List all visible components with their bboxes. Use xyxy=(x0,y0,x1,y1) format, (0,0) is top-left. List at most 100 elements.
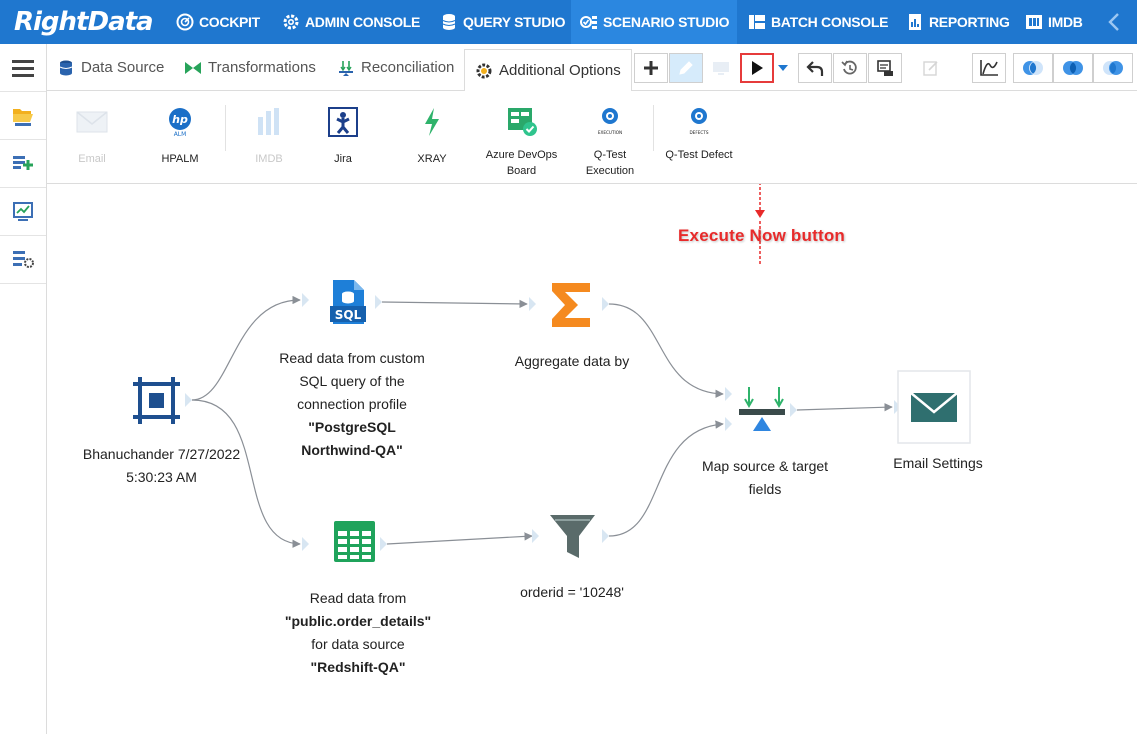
join-inner-button[interactable] xyxy=(1053,53,1093,83)
email-settings-icon[interactable] xyxy=(897,370,971,444)
add-item-button[interactable] xyxy=(0,140,46,188)
nav-query-studio-label: QUERY STUDIO xyxy=(463,14,566,30)
qtest-execution-icon: EXECUTION xyxy=(598,108,622,135)
batch-icon xyxy=(749,15,765,29)
execute-options-dropdown[interactable] xyxy=(776,53,790,83)
edit-note-icon xyxy=(923,61,938,76)
integration-email[interactable]: Email xyxy=(67,105,117,167)
edit-button[interactable] xyxy=(669,53,703,83)
hamburger-menu-button[interactable] xyxy=(0,44,46,92)
table-node-label: Read data from "public.order_details" fo… xyxy=(284,590,432,675)
gear-icon xyxy=(283,14,299,30)
report-icon xyxy=(909,14,921,30)
tab-data-source[interactable]: Data Source xyxy=(57,44,164,91)
nav-imdb[interactable]: IMDB xyxy=(1025,0,1083,44)
speedometer-icon xyxy=(176,13,194,31)
email-icon xyxy=(76,111,108,133)
sigma-aggregate-icon[interactable] xyxy=(552,283,590,327)
tab-additional-options-label: Additional Options xyxy=(499,62,621,79)
integration-qtest-execution[interactable]: EXECUTION Q-Test Execution xyxy=(578,105,642,179)
connector-map-to-email xyxy=(796,403,893,412)
nav-batch-console-label: BATCH CONSOLE xyxy=(771,14,889,30)
connector-table-to-filter xyxy=(386,532,533,545)
settings-list-button[interactable] xyxy=(0,236,46,284)
notes-button[interactable] xyxy=(914,53,948,83)
nav-reporting[interactable]: REPORTING xyxy=(906,0,1010,44)
venn-inner-join-icon xyxy=(1063,61,1083,75)
profile-chart-button[interactable] xyxy=(972,53,1006,83)
integration-xray[interactable]: XRAY xyxy=(407,105,457,167)
tab-transformations-label: Transformations xyxy=(208,59,316,76)
tab-data-source-label: Data Source xyxy=(81,59,165,76)
integration-qtest-execution-label: Q-Test Execution xyxy=(585,149,635,177)
nav-imdb-label: IMDB xyxy=(1048,14,1083,30)
start-node-icon[interactable] xyxy=(133,377,180,424)
hamburger-icon xyxy=(12,59,34,77)
sql-file-icon[interactable]: SQL xyxy=(330,280,366,324)
join-left-button[interactable] xyxy=(1013,53,1053,83)
gear-icon xyxy=(476,63,492,78)
hp-alm-icon: hp ALM xyxy=(169,108,191,137)
plus-icon xyxy=(644,61,658,75)
chart-view-button[interactable] xyxy=(0,188,46,236)
nav-cockpit[interactable]: COCKPIT xyxy=(176,0,260,44)
jira-icon xyxy=(328,107,358,137)
nav-batch-console[interactable]: BATCH CONSOLE xyxy=(748,0,888,44)
tab-additional-options[interactable]: Additional Options xyxy=(464,49,632,92)
integration-jira[interactable]: Jira xyxy=(318,105,368,167)
nav-scenario-studio[interactable]: SCENARIO STUDIO xyxy=(571,0,737,44)
open-folder-button[interactable] xyxy=(0,92,46,140)
svg-text:DEFECTS: DEFECTS xyxy=(689,130,708,135)
nav-cockpit-label: COCKPIT xyxy=(199,14,260,30)
tab-reconciliation[interactable]: Reconciliation xyxy=(337,44,454,91)
map-node-label: Map source & target fields xyxy=(701,458,829,497)
integration-imdb[interactable]: IMDB xyxy=(244,105,294,167)
display-button[interactable] xyxy=(704,53,738,83)
undo-icon xyxy=(806,61,824,76)
integration-qtest-defect-label: Q-Test Defect xyxy=(665,149,733,161)
reconcile-icon xyxy=(339,60,353,76)
bowtie-icon xyxy=(185,61,201,74)
execute-now-button[interactable] xyxy=(740,53,774,83)
map-fields-icon[interactable] xyxy=(739,387,785,431)
rightdata-logo[interactable]: RightData xyxy=(14,4,154,40)
integration-azure-devops-board[interactable]: Azure DevOps Board xyxy=(479,105,564,179)
folder-open-icon xyxy=(13,108,33,126)
svg-text:hp: hp xyxy=(172,113,188,126)
filter-funnel-icon[interactable] xyxy=(550,515,595,558)
ribbon-divider xyxy=(653,105,654,151)
integration-email-label: Email xyxy=(78,153,106,165)
filter-node-label: orderid = '10248' xyxy=(520,584,624,600)
scenario-canvas[interactable]: SQL Execute Now button Bhanuchander 7/27… xyxy=(47,184,1137,734)
nav-scenario-studio-label: SCENARIO STUDIO xyxy=(603,14,730,30)
tab-reconciliation-label: Reconciliation xyxy=(361,59,455,76)
nav-query-studio[interactable]: QUERY STUDIO xyxy=(440,0,566,44)
nav-admin-console[interactable]: ADMIN CONSOLE xyxy=(282,0,420,44)
xray-icon xyxy=(425,108,439,136)
top-navigation-bar: RightData COCKPIT ADMIN CONSOLE QUERY ST… xyxy=(0,0,1137,44)
pencil-icon xyxy=(679,61,693,75)
imdb-bars-icon xyxy=(258,108,279,135)
join-right-button[interactable] xyxy=(1093,53,1133,83)
report-export-button[interactable] xyxy=(868,53,902,83)
integration-qtest-defect[interactable]: DEFECTS Q-Test Defect xyxy=(659,105,739,163)
chevron-left-icon[interactable] xyxy=(1107,12,1121,32)
database-icon xyxy=(442,14,456,30)
play-icon xyxy=(752,61,763,75)
aggregate-node-label: Aggregate data by xyxy=(514,353,630,369)
undo-button[interactable] xyxy=(798,53,832,83)
nav-reporting-label: REPORTING xyxy=(929,14,1010,30)
nav-admin-console-label: ADMIN CONSOLE xyxy=(305,14,421,30)
history-icon xyxy=(841,60,857,75)
tab-transformations[interactable]: Transformations xyxy=(184,44,316,91)
qtest-defect-icon: DEFECTS xyxy=(689,108,709,135)
history-button[interactable] xyxy=(833,53,867,83)
integration-azure-devops-board-label: Azure DevOps Board xyxy=(485,149,558,177)
integration-hpalm[interactable]: hp ALM HPALM xyxy=(155,105,205,167)
venn-right-join-icon xyxy=(1103,61,1123,75)
tab-bar: Data Source Transformations Reconciliati… xyxy=(47,44,1137,92)
connector-sql-to-aggregate xyxy=(381,299,528,309)
caret-down-icon xyxy=(778,65,788,71)
add-button[interactable] xyxy=(634,53,668,83)
table-grid-icon[interactable] xyxy=(334,521,375,562)
